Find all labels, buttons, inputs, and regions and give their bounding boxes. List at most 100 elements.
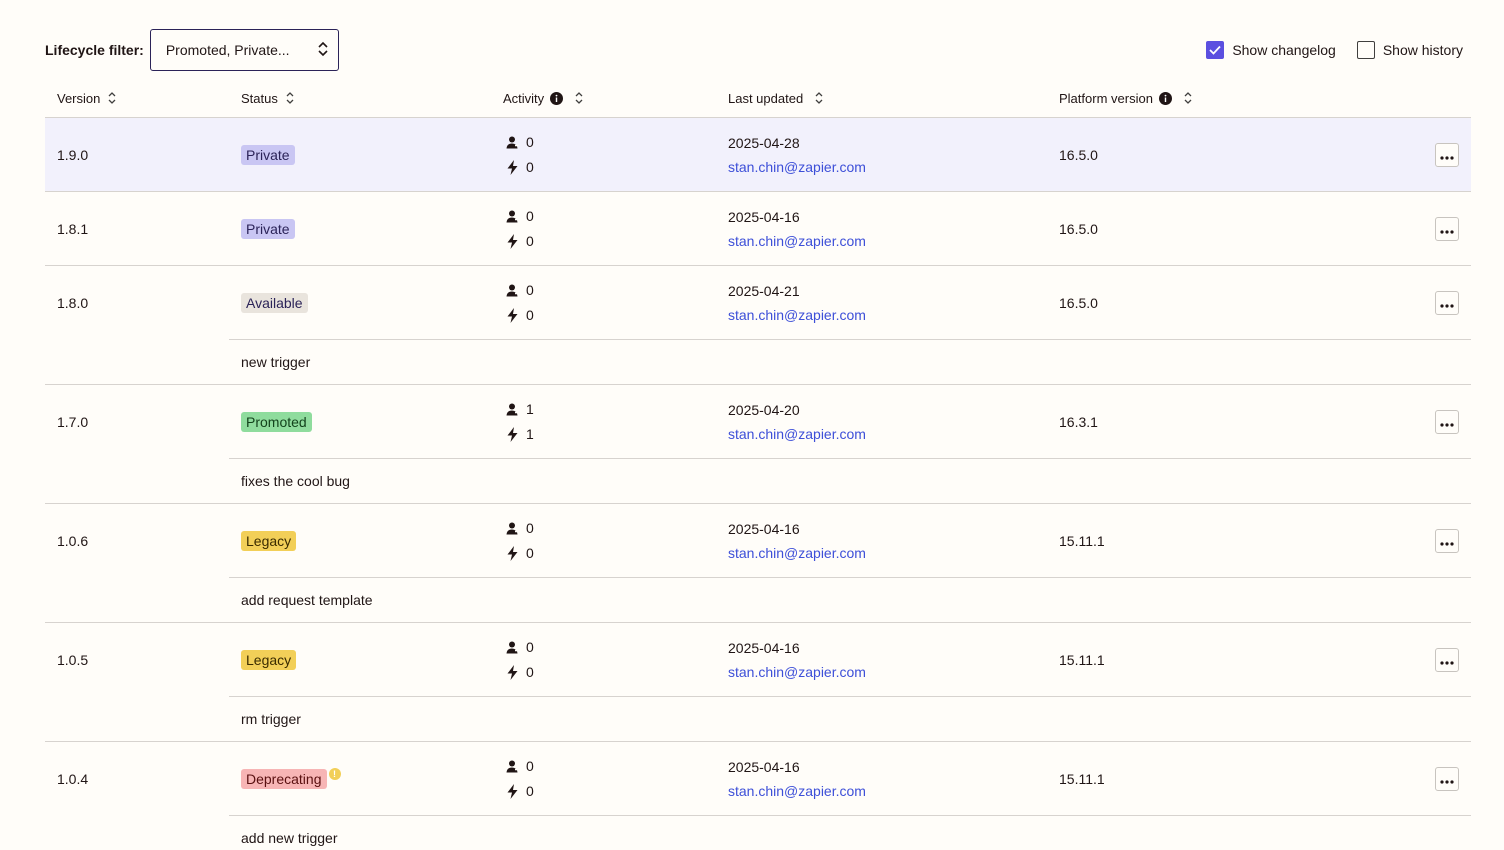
lightning-bolt-icon — [505, 426, 519, 442]
row-main: 1.7.0 Promoted 1 1 2025-04-20 stan.chin@… — [45, 385, 1471, 458]
version-cell: 1.7.0 — [57, 413, 89, 430]
zaps-count: 1 — [503, 422, 534, 447]
activity-cell: 0 0 — [503, 118, 534, 191]
lightning-bolt-icon — [505, 159, 519, 175]
lifecycle-filter-value: Promoted, Private... — [165, 42, 290, 58]
more-horizontal-icon — [1440, 771, 1454, 787]
column-header-status-label: Status — [241, 90, 278, 106]
status-badge: Private — [241, 218, 295, 239]
zaps-count-value: 1 — [526, 426, 534, 442]
version-cell: 1.9.0 — [57, 146, 89, 163]
status-cell: Deprecating ! — [241, 742, 341, 815]
version-cell: 1.0.6 — [57, 532, 89, 549]
column-header-last-updated[interactable]: Last updated — [728, 78, 823, 118]
platform-version-cell: 15.11.1 — [1059, 651, 1105, 668]
platform-version-cell: 15.11.1 — [1059, 532, 1105, 549]
version-cell: 1.8.1 — [57, 220, 89, 237]
platform-version-cell: 16.5.0 — [1059, 146, 1098, 163]
column-header-version[interactable]: Version — [57, 78, 116, 118]
users-count-value: 0 — [526, 639, 534, 655]
show-changelog-checkbox[interactable] — [1206, 41, 1225, 59]
users-count: 1 — [503, 397, 534, 422]
show-changelog-toggle[interactable]: Show changelog — [1206, 41, 1336, 59]
column-header-activity-label: Activity — [503, 90, 545, 106]
zaps-count-value: 0 — [526, 664, 534, 680]
lightning-bolt-icon — [505, 664, 519, 680]
row-actions-button[interactable] — [1435, 142, 1459, 167]
users-count-value: 1 — [526, 401, 534, 417]
updated-by-email-link[interactable]: stan.chin@zapier.com — [728, 779, 866, 803]
platform-version-cell: 16.5.0 — [1059, 220, 1098, 237]
updated-by-email-link[interactable]: stan.chin@zapier.com — [728, 303, 866, 327]
row-actions-button[interactable] — [1435, 528, 1459, 553]
show-history-toggle[interactable]: Show history — [1356, 41, 1463, 59]
activity-cell: 1 1 — [503, 385, 534, 458]
user-icon — [505, 641, 519, 654]
users-count-value: 0 — [526, 282, 534, 298]
column-header-platform-version[interactable]: Platform version — [1059, 78, 1192, 118]
row-actions-button[interactable] — [1435, 766, 1459, 791]
more-horizontal-icon — [1440, 221, 1454, 237]
updated-date: 2025-04-20 — [728, 401, 800, 418]
show-changelog-label: Show changelog — [1232, 42, 1336, 58]
row-actions-button[interactable] — [1435, 216, 1459, 241]
more-horizontal-icon — [1440, 414, 1454, 430]
users-count-value: 0 — [526, 758, 534, 774]
sort-icon — [108, 91, 116, 105]
version-cell: 1.8.0 — [57, 294, 89, 311]
table-row: 1.0.6 Legacy 0 0 2025-04-16 stan.chin@za… — [45, 504, 1471, 623]
status-badge: Private — [241, 144, 295, 165]
select-chevron-icon — [318, 41, 328, 60]
table-row: 1.0.5 Legacy 0 0 2025-04-16 stan.chin@za… — [45, 623, 1471, 742]
sort-icon — [1184, 91, 1192, 105]
row-actions-cell — [1435, 623, 1459, 696]
row-main: 1.8.0 Available 0 0 2025-04-21 stan.chin… — [45, 266, 1471, 339]
column-header-activity[interactable]: Activity — [503, 78, 583, 118]
updated-by-email-link[interactable]: stan.chin@zapier.com — [728, 155, 866, 179]
updated-by-email-link[interactable]: stan.chin@zapier.com — [728, 422, 866, 446]
last-updated-cell: 2025-04-21 stan.chin@zapier.com — [728, 266, 866, 339]
column-header-status[interactable]: Status — [241, 78, 294, 118]
sort-icon — [815, 91, 823, 105]
zaps-count-value: 0 — [526, 545, 534, 561]
row-actions-cell — [1435, 192, 1459, 265]
row-main: 1.0.4 Deprecating ! 0 0 2025-04-16 stan.… — [45, 742, 1471, 815]
row-actions-button[interactable] — [1435, 409, 1459, 434]
updated-date: 2025-04-16 — [728, 758, 800, 775]
more-horizontal-icon — [1440, 533, 1454, 549]
row-actions-cell — [1435, 504, 1459, 577]
toolbar: Lifecycle filter: Promoted, Private... S… — [45, 29, 1463, 71]
platform-version-cell: 16.5.0 — [1059, 294, 1098, 311]
updated-by-email-link[interactable]: stan.chin@zapier.com — [728, 660, 866, 684]
user-icon — [505, 284, 519, 297]
zaps-count: 0 — [503, 229, 534, 254]
column-header-version-label: Version — [57, 90, 101, 106]
platform-version-cell: 16.3.1 — [1059, 413, 1098, 430]
version-cell: 1.0.5 — [57, 651, 89, 668]
warning-icon[interactable]: ! — [328, 767, 341, 780]
users-count-value: 0 — [526, 520, 534, 536]
changelog-note: add new trigger — [229, 815, 1471, 850]
sort-icon — [575, 91, 583, 105]
updated-date: 2025-04-16 — [728, 208, 800, 225]
zaps-count: 0 — [503, 155, 534, 180]
updated-by-email-link[interactable]: stan.chin@zapier.com — [728, 541, 866, 565]
table-row: 1.9.0 Private 0 0 2025-04-28 stan.chin@z… — [45, 118, 1471, 192]
last-updated-cell: 2025-04-16 stan.chin@zapier.com — [728, 192, 866, 265]
info-icon[interactable] — [1158, 91, 1172, 105]
row-actions-button[interactable] — [1435, 647, 1459, 672]
row-main: 1.0.5 Legacy 0 0 2025-04-16 stan.chin@za… — [45, 623, 1471, 696]
updated-by-email-link[interactable]: stan.chin@zapier.com — [728, 229, 866, 253]
info-icon[interactable] — [550, 91, 564, 105]
row-actions-cell — [1435, 385, 1459, 458]
status-badge: Legacy — [241, 530, 297, 551]
status-badge: Available — [241, 292, 308, 313]
updated-date: 2025-04-16 — [728, 520, 800, 537]
lightning-bolt-icon — [505, 233, 519, 249]
table-row: 1.0.4 Deprecating ! 0 0 2025-04-16 stan.… — [45, 742, 1471, 850]
lifecycle-filter-select[interactable]: Promoted, Private... — [149, 29, 339, 71]
zaps-count-value: 0 — [526, 783, 534, 799]
row-actions-cell — [1435, 266, 1459, 339]
show-history-checkbox[interactable] — [1356, 41, 1375, 59]
row-actions-button[interactable] — [1435, 290, 1459, 315]
